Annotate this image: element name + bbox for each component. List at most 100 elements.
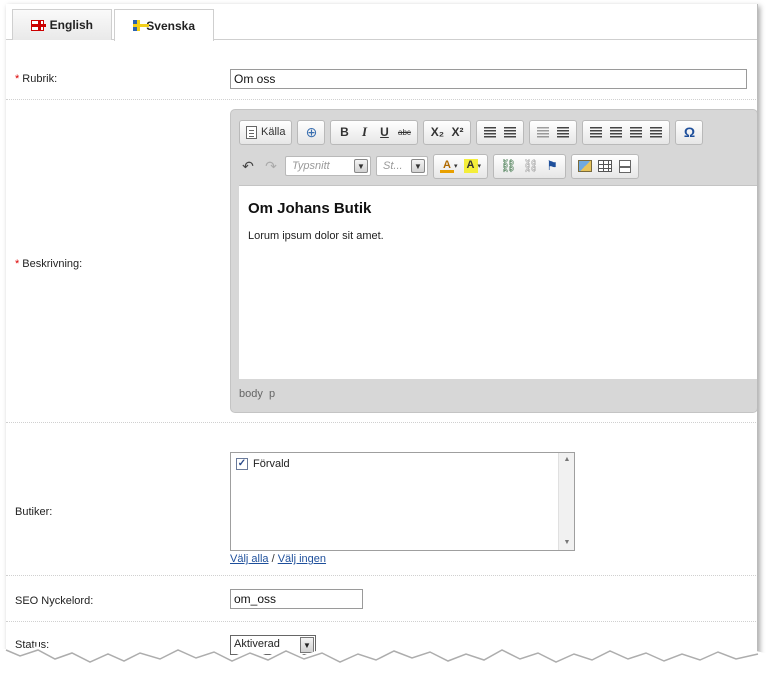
status-select[interactable]: Aktiverad ▼ <box>230 635 316 655</box>
font-dropdown-icon: ▼ <box>354 159 368 173</box>
required-marker: * <box>15 73 20 85</box>
align-right-button[interactable] <box>627 123 645 141</box>
bold-button[interactable]: B <box>335 123 353 141</box>
link-group: ⛓ ⛓ ⚑ <box>493 153 567 179</box>
seo-label: SEO Nyckelord: <box>15 595 94 607</box>
scroll-down-icon[interactable]: ▼ <box>559 536 575 550</box>
style-select-value: St... <box>383 160 403 172</box>
description-label-text: Beskrivning: <box>22 258 83 270</box>
language-tabs: English Svenska <box>6 4 757 41</box>
undo-icon: ↶ <box>242 157 254 174</box>
numbered-list-button[interactable] <box>481 123 499 141</box>
unlink-button[interactable]: ⛓ <box>521 157 542 175</box>
outdent-icon <box>537 126 550 138</box>
indent-group <box>529 119 578 145</box>
redo-button[interactable]: ↷ <box>262 157 280 175</box>
maximize-button[interactable]: ⊕ <box>302 123 320 141</box>
superscript-button[interactable]: X² <box>448 123 466 141</box>
anchor-button[interactable]: ⚑ <box>543 157 561 175</box>
insert-group <box>571 153 640 179</box>
subscript-button[interactable]: X₂ <box>428 123 446 141</box>
description-label: * Beskrivning: <box>15 258 82 270</box>
unlink-icon: ⛓ <box>522 158 540 173</box>
editor-content[interactable]: Om Johans Butik Lorum ipsum dolor sit am… <box>239 185 757 379</box>
special-char-group: Ω <box>675 119 704 145</box>
text-color-icon: A <box>440 159 454 173</box>
font-select[interactable]: Typsnitt ▼ <box>285 156 371 176</box>
horizontal-rule-button[interactable] <box>616 157 634 175</box>
title-label: * Rubrik: <box>15 73 57 85</box>
content-heading: Om Johans Butik <box>248 200 372 217</box>
indent-button[interactable] <box>554 123 572 141</box>
tab-english-label: English <box>49 18 93 32</box>
stores-listbox[interactable]: ✓ Förvald ▲ ▼ <box>230 452 575 551</box>
background-color-icon: A <box>463 159 478 173</box>
bulleted-list-icon <box>504 126 517 138</box>
title-row: * Rubrik: <box>6 59 757 100</box>
stores-label: Butiker: <box>15 506 53 518</box>
align-left-button[interactable] <box>587 123 605 141</box>
image-icon <box>578 160 593 172</box>
text-color-button[interactable]: A ▾ <box>438 157 460 175</box>
style-dropdown-icon: ▼ <box>411 159 425 173</box>
rich-text-editor: Källa ⊕ B I U abc X₂ X² Ω ↶ ↷ Typsnitt ▼… <box>230 109 757 413</box>
title-label-text: Rubrik: <box>22 73 58 85</box>
sweden-flag-icon <box>133 20 150 31</box>
select-none-link[interactable]: Välj ingen <box>278 553 326 565</box>
editor-toolbar-row-2: ↶ ↷ Typsnitt ▼ St... ▼ A ▾ A ▾ ⛓ ⛓ ⚑ <box>239 153 640 179</box>
table-button[interactable] <box>596 157 614 175</box>
element-path: body p <box>239 388 276 400</box>
numbered-list-icon <box>484 126 497 138</box>
title-input[interactable] <box>230 69 747 89</box>
tab-english[interactable]: English <box>12 9 112 40</box>
seo-keyword-input[interactable] <box>230 589 363 609</box>
link-button[interactable]: ⛓ <box>498 157 519 175</box>
select-links: Välj alla / Välj ingen <box>230 553 326 565</box>
image-button[interactable] <box>576 157 594 175</box>
content-paragraph: Lorum ipsum dolor sit amet. <box>248 230 384 242</box>
align-left-icon <box>590 126 603 138</box>
outdent-button[interactable] <box>534 123 552 141</box>
store-item-label: Förvald <box>253 458 290 470</box>
list-group <box>476 119 525 145</box>
italic-button[interactable]: I <box>355 123 373 141</box>
maximize-icon: ⊕ <box>305 123 318 140</box>
strikethrough-button[interactable]: abc <box>395 123 413 141</box>
status-label: Status: <box>15 639 50 651</box>
status-dropdown-icon: ▼ <box>300 637 314 653</box>
special-char-button[interactable]: Ω <box>680 123 698 141</box>
form-page: English Svenska *Rubrik: *Beskrivning: K… <box>6 4 758 674</box>
style-select[interactable]: St... ▼ <box>376 156 428 176</box>
required-marker: * <box>15 258 20 270</box>
align-center-button[interactable] <box>607 123 625 141</box>
align-center-icon <box>610 126 623 138</box>
anchor-flag-icon: ⚑ <box>546 158 558 173</box>
tab-svenska[interactable]: Svenska <box>114 9 214 41</box>
source-label: Källa <box>261 126 286 138</box>
listbox-scrollbar[interactable]: ▲ ▼ <box>558 453 574 550</box>
underline-button[interactable]: U <box>375 123 393 141</box>
source-group: Källa <box>239 119 293 145</box>
link-icon: ⛓ <box>500 158 517 173</box>
table-icon <box>598 160 613 172</box>
select-all-link[interactable]: Välj alla <box>230 553 269 565</box>
editor-toolbar-row-1: Källa ⊕ B I U abc X₂ X² Ω <box>239 119 704 145</box>
align-justify-button[interactable] <box>647 123 665 141</box>
background-color-button[interactable]: A ▾ <box>462 157 484 175</box>
source-button[interactable]: Källa <box>244 123 287 141</box>
horizontal-rule-icon <box>619 159 632 173</box>
color-group: A ▾ A ▾ <box>433 153 489 179</box>
status-select-value: Aktiverad <box>234 638 280 650</box>
maximize-group: ⊕ <box>297 119 326 145</box>
checkbox-checked-icon[interactable]: ✓ <box>236 458 248 470</box>
undo-button[interactable]: ↶ <box>239 157 257 175</box>
align-justify-icon <box>650 126 663 138</box>
seo-row: SEO Nyckelord: <box>6 576 757 622</box>
bulleted-list-button[interactable] <box>501 123 519 141</box>
source-icon <box>246 125 257 139</box>
align-group <box>582 119 671 145</box>
scroll-up-icon[interactable]: ▲ <box>559 453 575 467</box>
store-item-forvald[interactable]: ✓ Förvald <box>236 458 290 470</box>
basic-styles-group: B I U abc <box>330 119 419 145</box>
align-right-icon <box>630 126 643 138</box>
